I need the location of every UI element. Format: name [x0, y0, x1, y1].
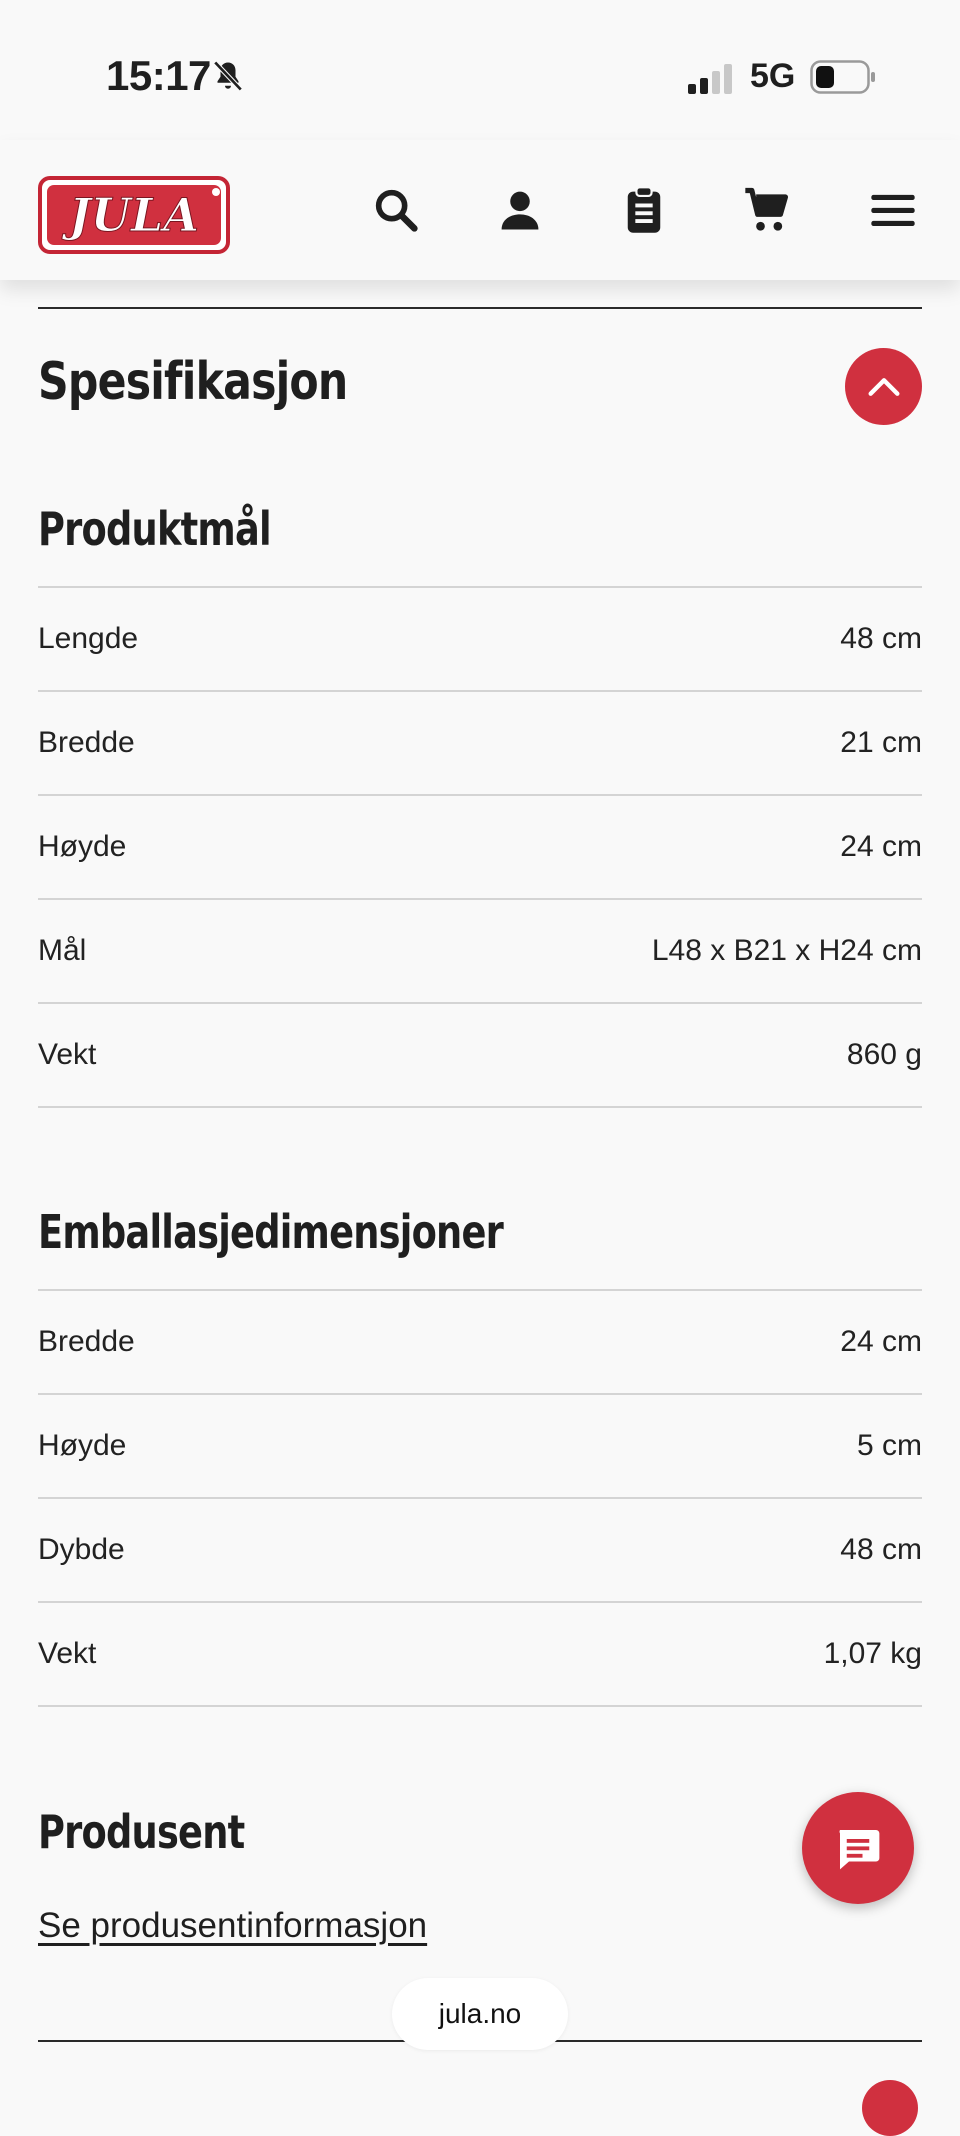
spec-value: 24 cm [277, 795, 922, 900]
manufacturer-info-link[interactable]: Se produsentinformasjon [38, 1906, 427, 1946]
spec-value: 860 g [277, 1003, 922, 1108]
spec-value: L48 x B21 x H24 cm [277, 899, 922, 1004]
battery-icon [810, 60, 875, 94]
chat-button[interactable] [802, 1792, 914, 1904]
table-row: Lengde 48 cm [38, 586, 922, 692]
table-row: Høyde 24 cm [38, 795, 922, 900]
spec-value: 48 cm [476, 1498, 922, 1603]
table-row: Dybde 48 cm [38, 1498, 922, 1603]
spec-label: Bredde [38, 1289, 477, 1395]
network-label: 5G [750, 57, 796, 95]
collapse-spec-button[interactable] [845, 348, 922, 425]
signal-icon [688, 64, 732, 94]
spec-value: 1,07 kg [476, 1602, 922, 1707]
spec-value: 5 cm [476, 1394, 922, 1499]
spec-value: 48 cm [277, 586, 922, 692]
status-time: 15:17 [106, 52, 211, 99]
chevron-up-icon [868, 377, 899, 396]
spec-value: 24 cm [476, 1289, 922, 1395]
table-row: Bredde 21 cm [38, 691, 922, 796]
product-dimensions-table: Lengde 48 cm Bredde 21 cm Høyde 24 cm Må… [38, 586, 922, 1108]
package-dimensions-title: Emballasjedimensjoner [38, 1205, 504, 1259]
spec-value: 21 cm [277, 691, 922, 796]
url-text: jula.no [438, 1998, 522, 2029]
spec-label: Lengde [38, 586, 278, 692]
browser-url-pill[interactable]: jula.no [392, 1978, 568, 2050]
spec-label: Bredde [38, 691, 278, 796]
table-row: Mål L48 x B21 x H24 cm [38, 899, 922, 1004]
package-dimensions-table: Bredde 24 cm Høyde 5 cm Dybde 48 cm Vekt… [38, 1289, 922, 1707]
account-icon[interactable] [494, 184, 546, 236]
bell-muted-icon [213, 60, 243, 92]
spec-label: Dybde [38, 1498, 477, 1603]
manufacturer-title: Produsent [38, 1805, 245, 1859]
table-row: Høyde 5 cm [38, 1394, 922, 1499]
spec-label: Vekt [38, 1003, 278, 1108]
search-icon[interactable] [370, 184, 422, 236]
spec-label: Høyde [38, 795, 278, 900]
table-row: Vekt 1,07 kg [38, 1602, 922, 1707]
section-divider [38, 307, 922, 309]
chat-icon [839, 1830, 880, 1870]
cart-icon[interactable] [741, 184, 793, 236]
menu-icon[interactable] [867, 184, 919, 236]
status-bar: 15:17 5G [0, 0, 960, 140]
site-header: JULA [0, 140, 960, 280]
jula-logo[interactable]: JULA [38, 176, 230, 254]
spec-label: Mål [38, 899, 278, 1004]
table-row: Vekt 860 g [38, 1003, 922, 1108]
spec-title: Spesifikasjon [38, 352, 348, 412]
clipboard-icon[interactable] [618, 184, 670, 236]
spec-label: Vekt [38, 1602, 477, 1707]
spec-label: Høyde [38, 1394, 477, 1499]
svg-text:JULA: JULA [61, 188, 199, 242]
product-dimensions-title: Produktmål [38, 502, 272, 556]
table-row: Bredde 24 cm [38, 1289, 922, 1395]
scroll-to-top-button[interactable] [862, 2080, 918, 2136]
